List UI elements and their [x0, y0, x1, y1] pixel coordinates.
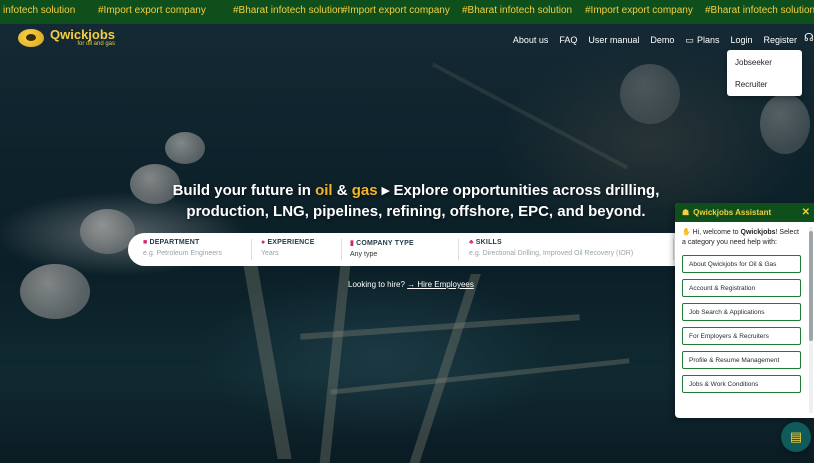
- person-icon: ●: [261, 239, 266, 246]
- headset-icon[interactable]: ☊: [804, 31, 814, 44]
- assistant-option[interactable]: Account & Registration: [682, 279, 801, 297]
- assistant-option[interactable]: Job Search & Applications: [682, 303, 801, 321]
- skills-input[interactable]: e.g. Directional Drilling, Improved Oil …: [469, 250, 633, 257]
- divider: [673, 239, 674, 260]
- headline-oil: oil: [315, 182, 333, 199]
- hero-headline: Build your future in oil & gas ▸ Explore…: [160, 180, 672, 222]
- hire-cta: Looking to hire? → Hire Employees: [348, 280, 474, 289]
- headline-amp: &: [332, 182, 352, 199]
- company-type-select[interactable]: Any type: [350, 251, 414, 258]
- building-icon: ▮: [350, 240, 355, 247]
- announcement-ticker: infotech solution #Import export company…: [0, 0, 814, 24]
- ticker-item: #Import export company: [585, 5, 693, 16]
- top-nav: About us FAQ User manual Demo ▭ Plans Log…: [513, 34, 814, 46]
- assistant-header: ☗ Qwickjobs Assistant ✕: [675, 203, 814, 222]
- greet-prefix: Hi, welcome to: [692, 229, 741, 236]
- hire-text: Looking to hire?: [348, 280, 408, 289]
- login-jobseeker[interactable]: Jobseeker: [735, 58, 772, 67]
- robot-icon: ☗: [682, 208, 690, 217]
- experience-input[interactable]: Years: [261, 250, 315, 257]
- assistant-greeting: ✋ Hi, welcome to Qwickjobs! Select a cat…: [682, 228, 802, 248]
- logo-icon: [18, 28, 44, 47]
- company-type-label: COMPANY TYPE: [356, 240, 414, 247]
- brand-name: Qwickjobs: [50, 27, 116, 42]
- skills-field[interactable]: ♣ SKILLS e.g. Directional Drilling, Impro…: [469, 239, 633, 257]
- department-input[interactable]: e.g. Petroleum Engineers: [143, 250, 222, 257]
- assistant-panel: ☗ Qwickjobs Assistant ✕ ✋ Hi, welcome to…: [675, 203, 814, 418]
- nav-plans-label: Plans: [696, 34, 720, 45]
- nav-plans[interactable]: ▭ Plans: [685, 35, 719, 46]
- ticker-item: #Bharat infotech solution: [233, 5, 344, 16]
- divider: [341, 239, 342, 260]
- login-recruiter[interactable]: Recruiter: [735, 80, 767, 89]
- nav-about-us[interactable]: About us: [513, 35, 549, 45]
- assistant-option[interactable]: Jobs & Work Conditions: [682, 375, 801, 393]
- nav-demo[interactable]: Demo: [650, 35, 674, 45]
- job-search-bar: ■ DEPARTMENT e.g. Petroleum Engineers ● EX…: [128, 233, 688, 266]
- headline-text: Build your future in: [172, 182, 316, 199]
- nav-faq[interactable]: FAQ: [559, 35, 577, 45]
- experience-label: EXPERIENCE: [267, 239, 315, 246]
- department-label: DEPARTMENT: [149, 239, 200, 246]
- close-icon[interactable]: ✕: [802, 207, 810, 218]
- chat-icon[interactable]: ▤: [781, 422, 811, 452]
- assistant-option[interactable]: Profile & Resume Management: [682, 351, 801, 369]
- divider: [251, 239, 252, 260]
- headline-text-2: Explore opportunities across drilling,: [393, 182, 660, 199]
- ticker-item: #Bharat infotech solution: [705, 5, 814, 16]
- brand-logo[interactable]: Qwickjobs for oil and gas: [18, 28, 115, 47]
- card-icon: ▭: [685, 34, 694, 45]
- ticker-item: #Bharat infotech solution: [462, 5, 573, 16]
- experience-field[interactable]: ● EXPERIENCE Years: [261, 239, 315, 257]
- department-field[interactable]: ■ DEPARTMENT e.g. Petroleum Engineers: [143, 239, 222, 257]
- briefcase-icon: ■: [143, 239, 148, 246]
- ticker-item: infotech solution: [3, 5, 76, 16]
- headline-arrow: ▸: [377, 182, 394, 199]
- ticker-item: #Import export company: [342, 5, 450, 16]
- hire-employees-link[interactable]: → Hire Employees: [407, 280, 474, 289]
- assistant-option[interactable]: About Qwickjobs for Oil & Gas: [682, 255, 801, 273]
- headline-line-2: production, LNG, pipelines, refining, of…: [186, 203, 646, 220]
- nav-register[interactable]: Register: [763, 35, 797, 45]
- assistant-option[interactable]: For Employers & Recruiters: [682, 327, 801, 345]
- users-icon: ♣: [469, 239, 474, 246]
- assistant-scrollbar[interactable]: [809, 227, 813, 413]
- divider: [458, 239, 459, 260]
- login-dropdown: Jobseeker Recruiter: [727, 50, 802, 96]
- nav-user-manual[interactable]: User manual: [588, 35, 639, 45]
- assistant-title: Qwickjobs Assistant: [693, 208, 772, 217]
- headline-gas: gas: [351, 182, 378, 199]
- ticker-item: #Import export company: [98, 5, 206, 16]
- greet-brand: Qwickjobs: [740, 229, 776, 236]
- scrollbar-thumb[interactable]: [809, 231, 813, 341]
- skills-label: SKILLS: [475, 239, 502, 246]
- wave-icon: ✋: [682, 229, 691, 236]
- company-type-field[interactable]: ▮ COMPANY TYPE Any type: [350, 239, 414, 258]
- nav-login[interactable]: Login: [730, 35, 752, 45]
